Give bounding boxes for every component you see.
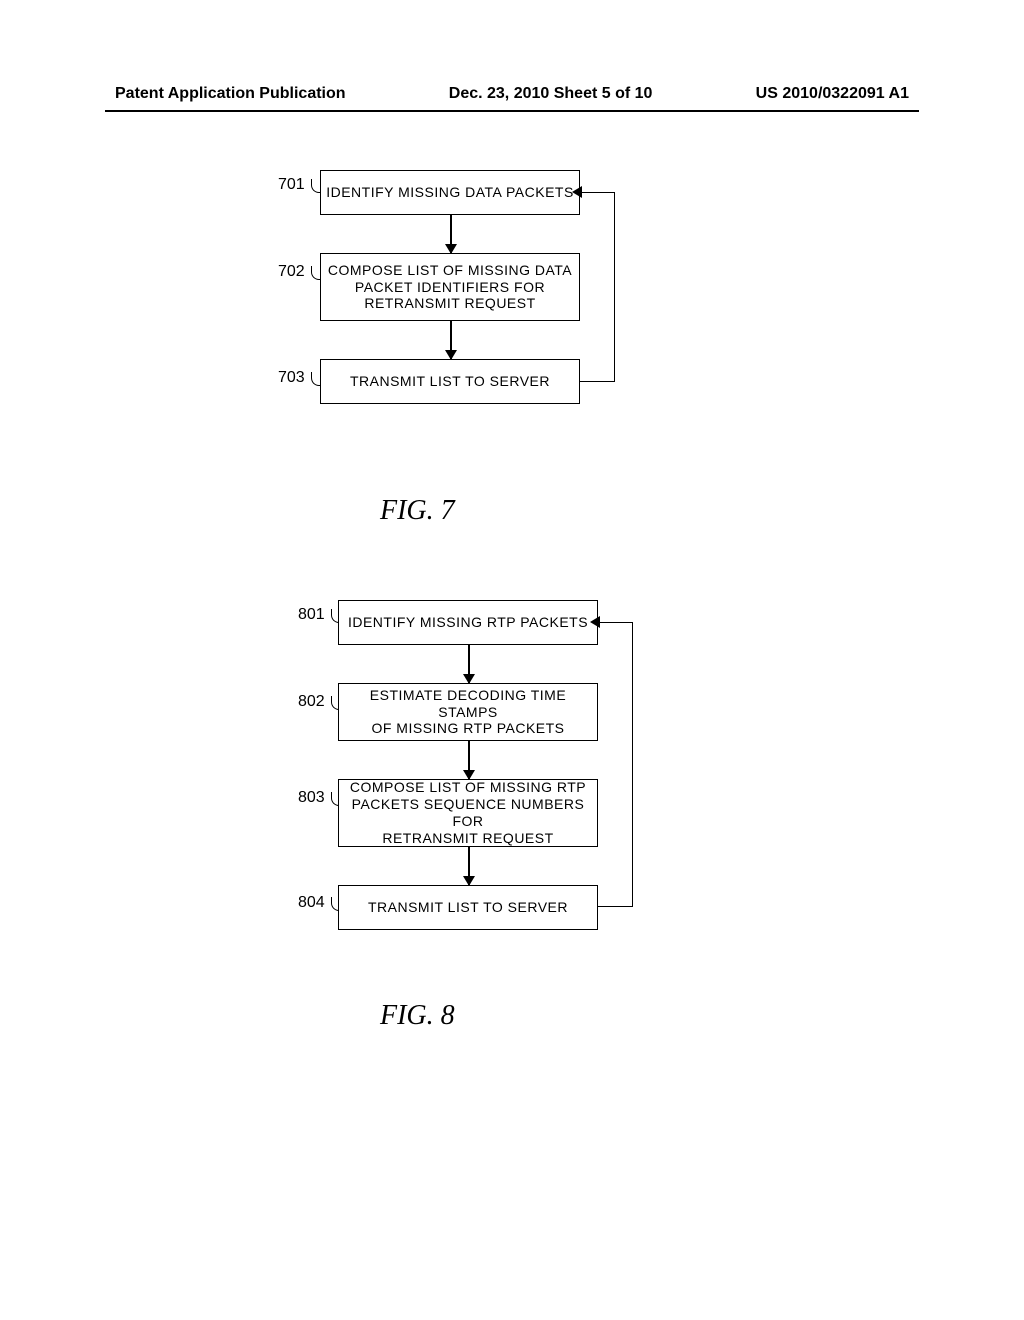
arrow-803-804 xyxy=(468,847,470,885)
header-left: Patent Application Publication xyxy=(115,85,346,103)
header-right: US 2010/0322091 A1 xyxy=(756,85,909,103)
arrow-802-803 xyxy=(468,741,470,779)
box-803: COMPOSE LIST OF MISSING RTP PACKETS SEQU… xyxy=(338,779,598,847)
fig7-caption: FIG. 7 xyxy=(380,495,455,527)
feedback-line-8 xyxy=(598,622,633,907)
feedback-line-7 xyxy=(580,192,615,382)
box-802: ESTIMATE DECODING TIME STAMPS OF MISSING… xyxy=(338,683,598,741)
feedback-arrowhead-7 xyxy=(572,186,582,198)
header-center: Dec. 23, 2010 Sheet 5 of 10 xyxy=(449,85,653,103)
box-703: TRANSMIT LIST TO SERVER xyxy=(320,359,580,404)
arrow-702-703 xyxy=(450,321,452,359)
fig8-caption: FIG. 8 xyxy=(380,1000,455,1032)
box-804: TRANSMIT LIST TO SERVER xyxy=(338,885,598,930)
feedback-arrowhead-8 xyxy=(590,616,600,628)
box-701: IDENTIFY MISSING DATA PACKETS xyxy=(320,170,580,215)
flowchart-fig7: 701 IDENTIFY MISSING DATA PACKETS 702 CO… xyxy=(280,170,580,404)
box-702: COMPOSE LIST OF MISSING DATA PACKET IDEN… xyxy=(320,253,580,321)
page-header: Patent Application Publication Dec. 23, … xyxy=(0,85,1024,103)
header-divider xyxy=(105,110,919,112)
box-801: IDENTIFY MISSING RTP PACKETS xyxy=(338,600,598,645)
arrow-701-702 xyxy=(450,215,452,253)
arrow-801-802 xyxy=(468,645,470,683)
flowchart-fig8: 801 IDENTIFY MISSING RTP PACKETS 802 EST… xyxy=(280,600,580,930)
